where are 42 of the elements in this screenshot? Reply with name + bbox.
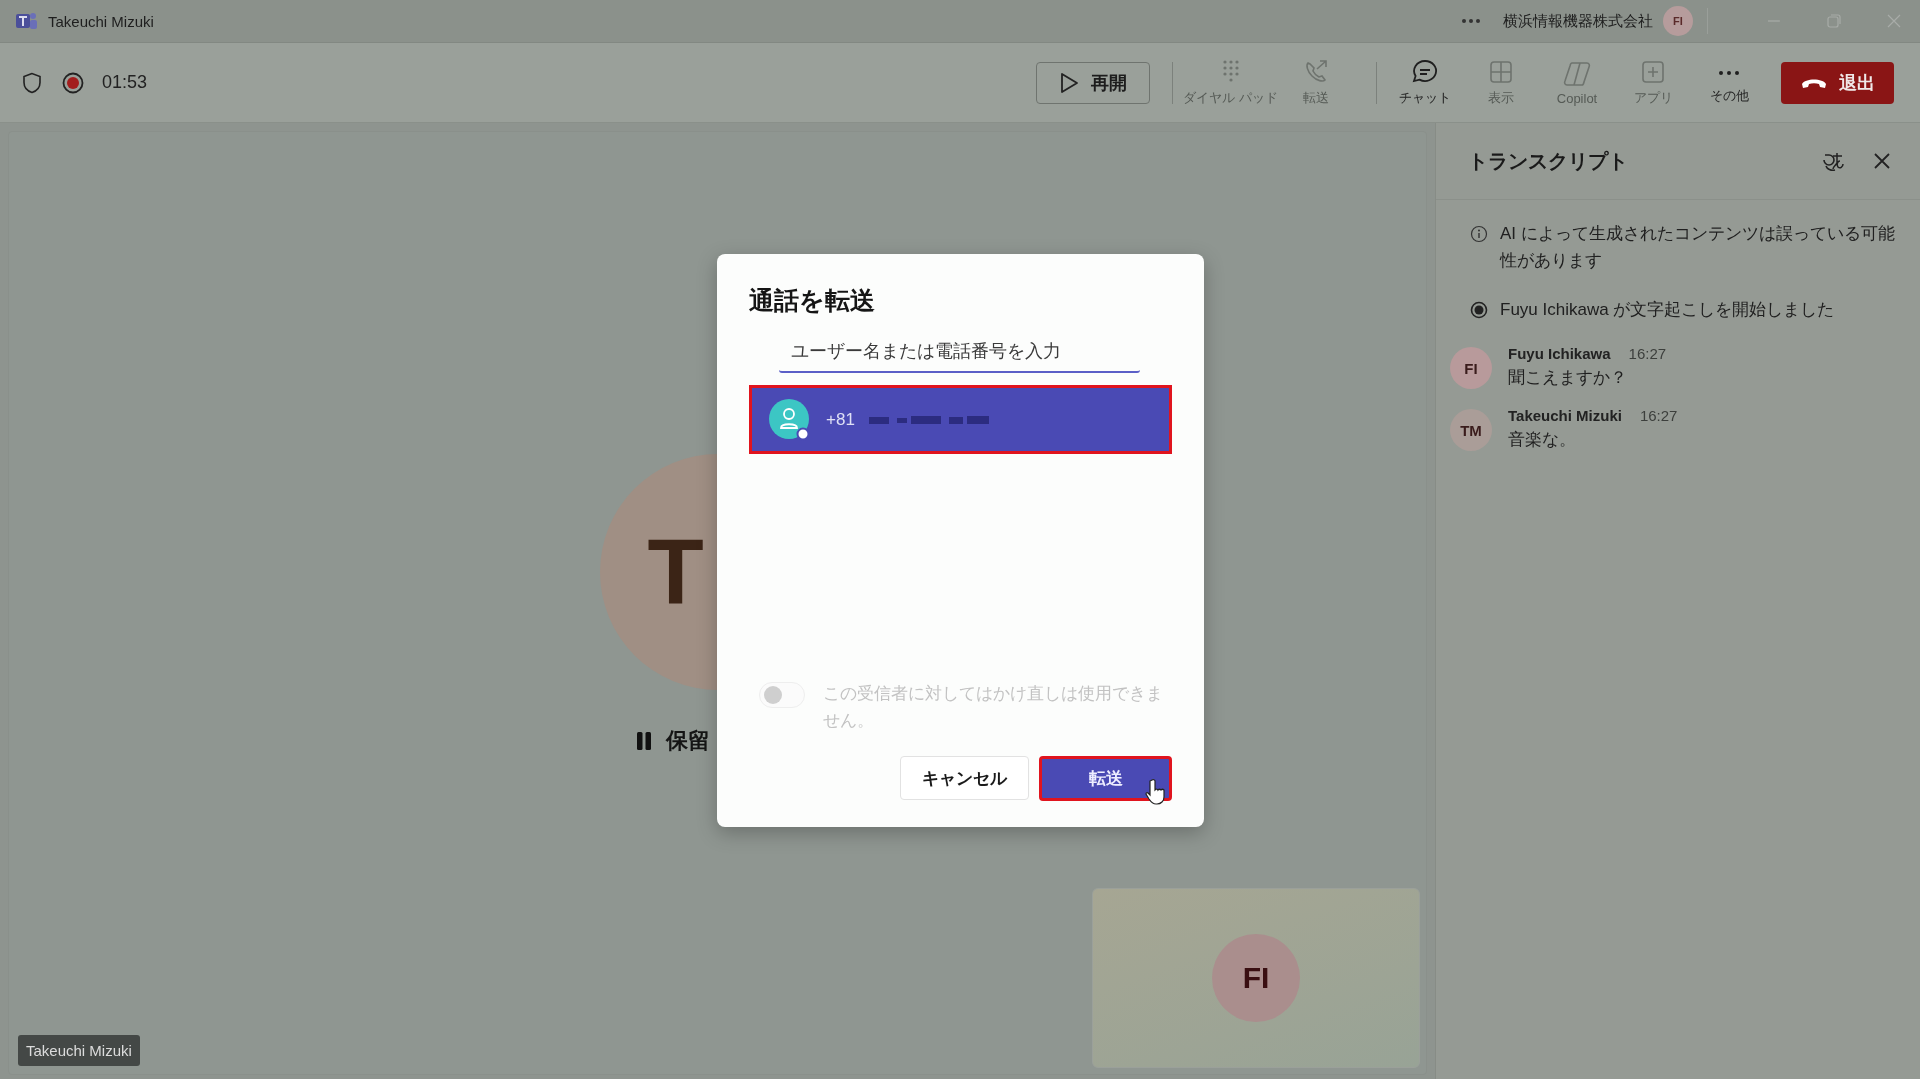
- toolbar-button[interactable]: チャット: [1387, 47, 1463, 118]
- call-timer: 01:53: [102, 72, 148, 93]
- person-avatar-icon: [768, 397, 812, 442]
- recording-icon: [1470, 301, 1488, 319]
- account-avatar[interactable]: FI: [1663, 6, 1693, 36]
- more-icon[interactable]: [1461, 18, 1481, 24]
- hand-cursor-icon: [1145, 778, 1167, 806]
- transcript-text: 音楽な。: [1508, 429, 1577, 451]
- self-avatar: FI: [1212, 934, 1300, 1022]
- restore-icon[interactable]: [1826, 13, 1842, 29]
- participant-name-tag: Takeuchi Mizuki: [18, 1035, 140, 1066]
- more-icon: [1719, 71, 1739, 75]
- pause-icon: [635, 731, 652, 751]
- more-button[interactable]: その他: [1691, 47, 1767, 118]
- dialog-title: 通話を転送: [749, 285, 876, 316]
- app-logo-icon: [16, 11, 38, 31]
- speaker-avatar: FI: [1450, 347, 1492, 389]
- hold-status: 保留: [665, 727, 710, 755]
- transfer-button[interactable]: 転送: [1039, 756, 1172, 801]
- cancel-button[interactable]: キャンセル: [900, 756, 1029, 800]
- plus-box-icon: [1639, 58, 1667, 86]
- speaker-avatar: TM: [1450, 409, 1492, 451]
- notice-text: Fuyu Ichikawa が文字起こしを開始しました: [1500, 299, 1835, 321]
- shield-icon: [22, 71, 42, 94]
- close-icon[interactable]: [1872, 151, 1892, 171]
- window-title: Takeuchi Mizuki: [48, 12, 154, 30]
- leave-button[interactable]: 退出: [1781, 61, 1894, 104]
- panel-title: トランスクリプト: [1468, 148, 1628, 174]
- contact-result[interactable]: +81: [749, 385, 1172, 454]
- transcript-text: 聞こえますか？: [1508, 367, 1628, 389]
- timestamp: 16:27: [1628, 345, 1667, 362]
- grid-icon: [1487, 58, 1515, 86]
- play-icon: [1059, 71, 1080, 94]
- phone-number: +81: [826, 409, 855, 430]
- copilot-icon: [1563, 59, 1591, 88]
- speaker-name: Takeuchi Mizuki: [1508, 407, 1622, 424]
- speaker-name: Fuyu Ichikawa: [1508, 345, 1611, 362]
- timestamp: 16:27: [1639, 407, 1678, 424]
- notice-text: AI によって生成されたコンテンツは誤っている可能性があります: [1500, 223, 1896, 272]
- resume-button[interactable]: 再開: [1036, 61, 1151, 104]
- info-icon: [1470, 225, 1488, 243]
- organization-name: 横浜情報機器株式会社: [1503, 11, 1653, 31]
